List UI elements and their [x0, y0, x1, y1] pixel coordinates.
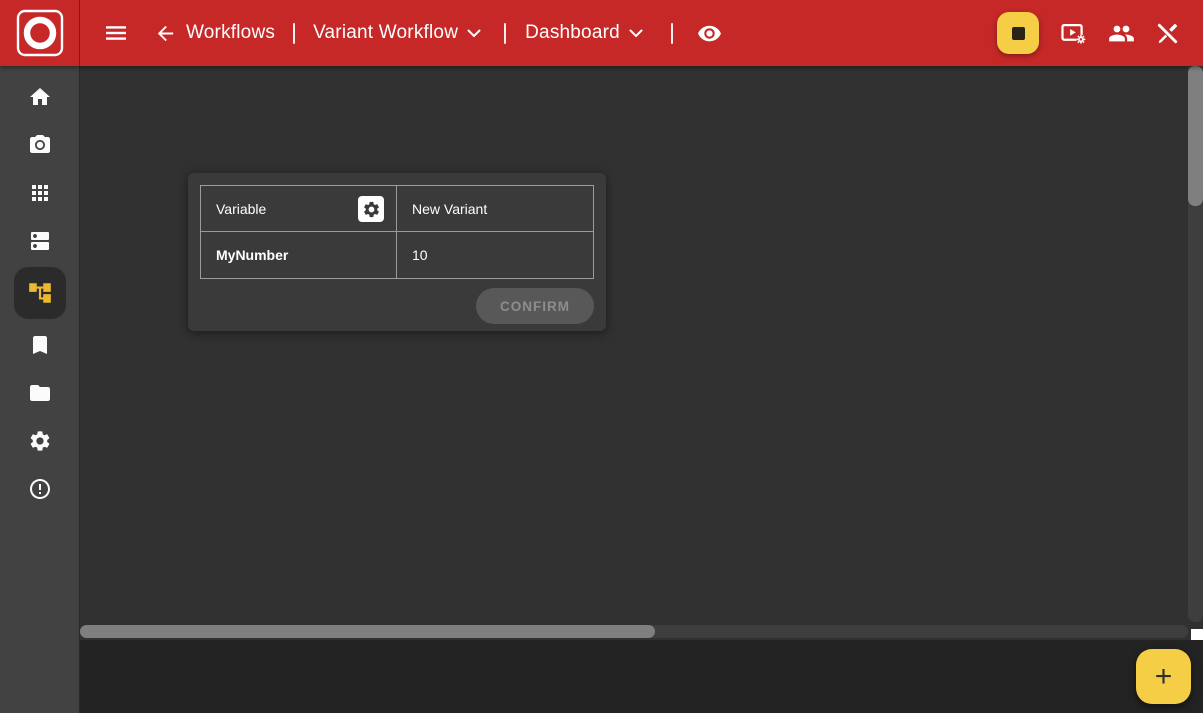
variable-name: MyNumber	[216, 247, 288, 263]
bottom-panel: +	[80, 640, 1203, 713]
active-item-highlight	[14, 267, 66, 319]
stop-button[interactable]	[997, 12, 1039, 54]
view-name: Dashboard	[525, 22, 620, 44]
sidebar-item-alerts[interactable]	[0, 465, 80, 513]
workflow-selector[interactable]: Variant Workflow	[313, 22, 481, 44]
back-button[interactable]	[154, 22, 177, 45]
sidebar-item-servers[interactable]	[0, 217, 80, 265]
design-tools-icon	[1156, 22, 1179, 45]
bookmark-icon	[28, 333, 52, 357]
gear-icon	[362, 200, 381, 219]
chevron-down-icon	[629, 29, 643, 38]
video-settings-icon	[1060, 20, 1087, 47]
stop-icon	[1012, 27, 1025, 40]
vertical-scrollbar-thumb[interactable]	[1188, 66, 1203, 206]
dns-list-icon	[28, 229, 52, 253]
sidebar-item-files[interactable]	[0, 369, 80, 417]
sidebar-item-home[interactable]	[0, 73, 80, 121]
column-header-new-variant: New Variant	[397, 186, 593, 232]
arrow-back-icon	[154, 22, 177, 45]
sidebar-item-settings[interactable]	[0, 417, 80, 465]
topbar-actions	[997, 12, 1179, 54]
variant-value-cell[interactable]: 10	[397, 232, 593, 278]
variable-name-cell: MyNumber	[201, 232, 397, 278]
breadcrumb-divider	[671, 23, 673, 44]
home-icon	[28, 85, 52, 109]
camera-icon	[28, 133, 52, 157]
chevron-down-icon	[467, 29, 481, 38]
dashboard-canvas: Variable New Variant MyNumber 10	[80, 66, 1188, 625]
eye-icon	[697, 21, 722, 46]
collaborators-button[interactable]	[1108, 20, 1135, 47]
variable-settings-button[interactable]	[358, 196, 384, 222]
variant-value: 10	[412, 247, 428, 263]
preview-button[interactable]	[697, 21, 722, 46]
plus-icon: +	[1155, 662, 1173, 692]
add-button[interactable]: +	[1136, 649, 1191, 704]
hamburger-menu-button[interactable]	[104, 21, 128, 45]
horizontal-scrollbar-track[interactable]	[80, 625, 1188, 638]
workflow-tree-icon	[27, 280, 53, 306]
column-header-variable-label: Variable	[216, 201, 266, 217]
breadcrumb-divider	[293, 23, 295, 44]
sidebar-item-workflows[interactable]	[0, 265, 80, 321]
folder-icon	[28, 381, 52, 405]
gear-icon	[28, 429, 52, 453]
sidebar	[0, 66, 80, 713]
tools-button[interactable]	[1156, 22, 1179, 45]
variant-card: Variable New Variant MyNumber 10	[188, 173, 606, 331]
app-logo	[0, 0, 80, 66]
variant-table: Variable New Variant MyNumber 10	[200, 185, 594, 279]
sidebar-item-apps[interactable]	[0, 169, 80, 217]
hamburger-menu-icon	[104, 21, 128, 45]
apps-grid-icon	[28, 181, 52, 205]
view-selector[interactable]: Dashboard	[525, 22, 643, 44]
breadcrumb-divider	[504, 23, 506, 44]
logo-o-icon	[16, 9, 64, 57]
horizontal-scrollbar-thumb[interactable]	[80, 625, 655, 638]
breadcrumb-section[interactable]: Workflows	[186, 22, 275, 44]
sidebar-item-bookmarks[interactable]	[0, 321, 80, 369]
sidebar-item-camera[interactable]	[0, 121, 80, 169]
vertical-scrollbar-track[interactable]	[1188, 66, 1203, 622]
workflow-name: Variant Workflow	[313, 22, 458, 44]
top-app-bar: Workflows Variant Workflow Dashboard	[0, 0, 1203, 66]
app-window: Workflows Variant Workflow Dashboard	[0, 0, 1203, 713]
error-icon	[28, 477, 52, 501]
column-header-variable: Variable	[201, 186, 397, 232]
confirm-button[interactable]: CONFIRM	[476, 288, 594, 324]
recorder-settings-button[interactable]	[1060, 20, 1087, 47]
column-header-new-variant-label: New Variant	[412, 201, 487, 217]
users-icon	[1108, 20, 1135, 47]
card-footer: CONFIRM	[200, 288, 594, 324]
